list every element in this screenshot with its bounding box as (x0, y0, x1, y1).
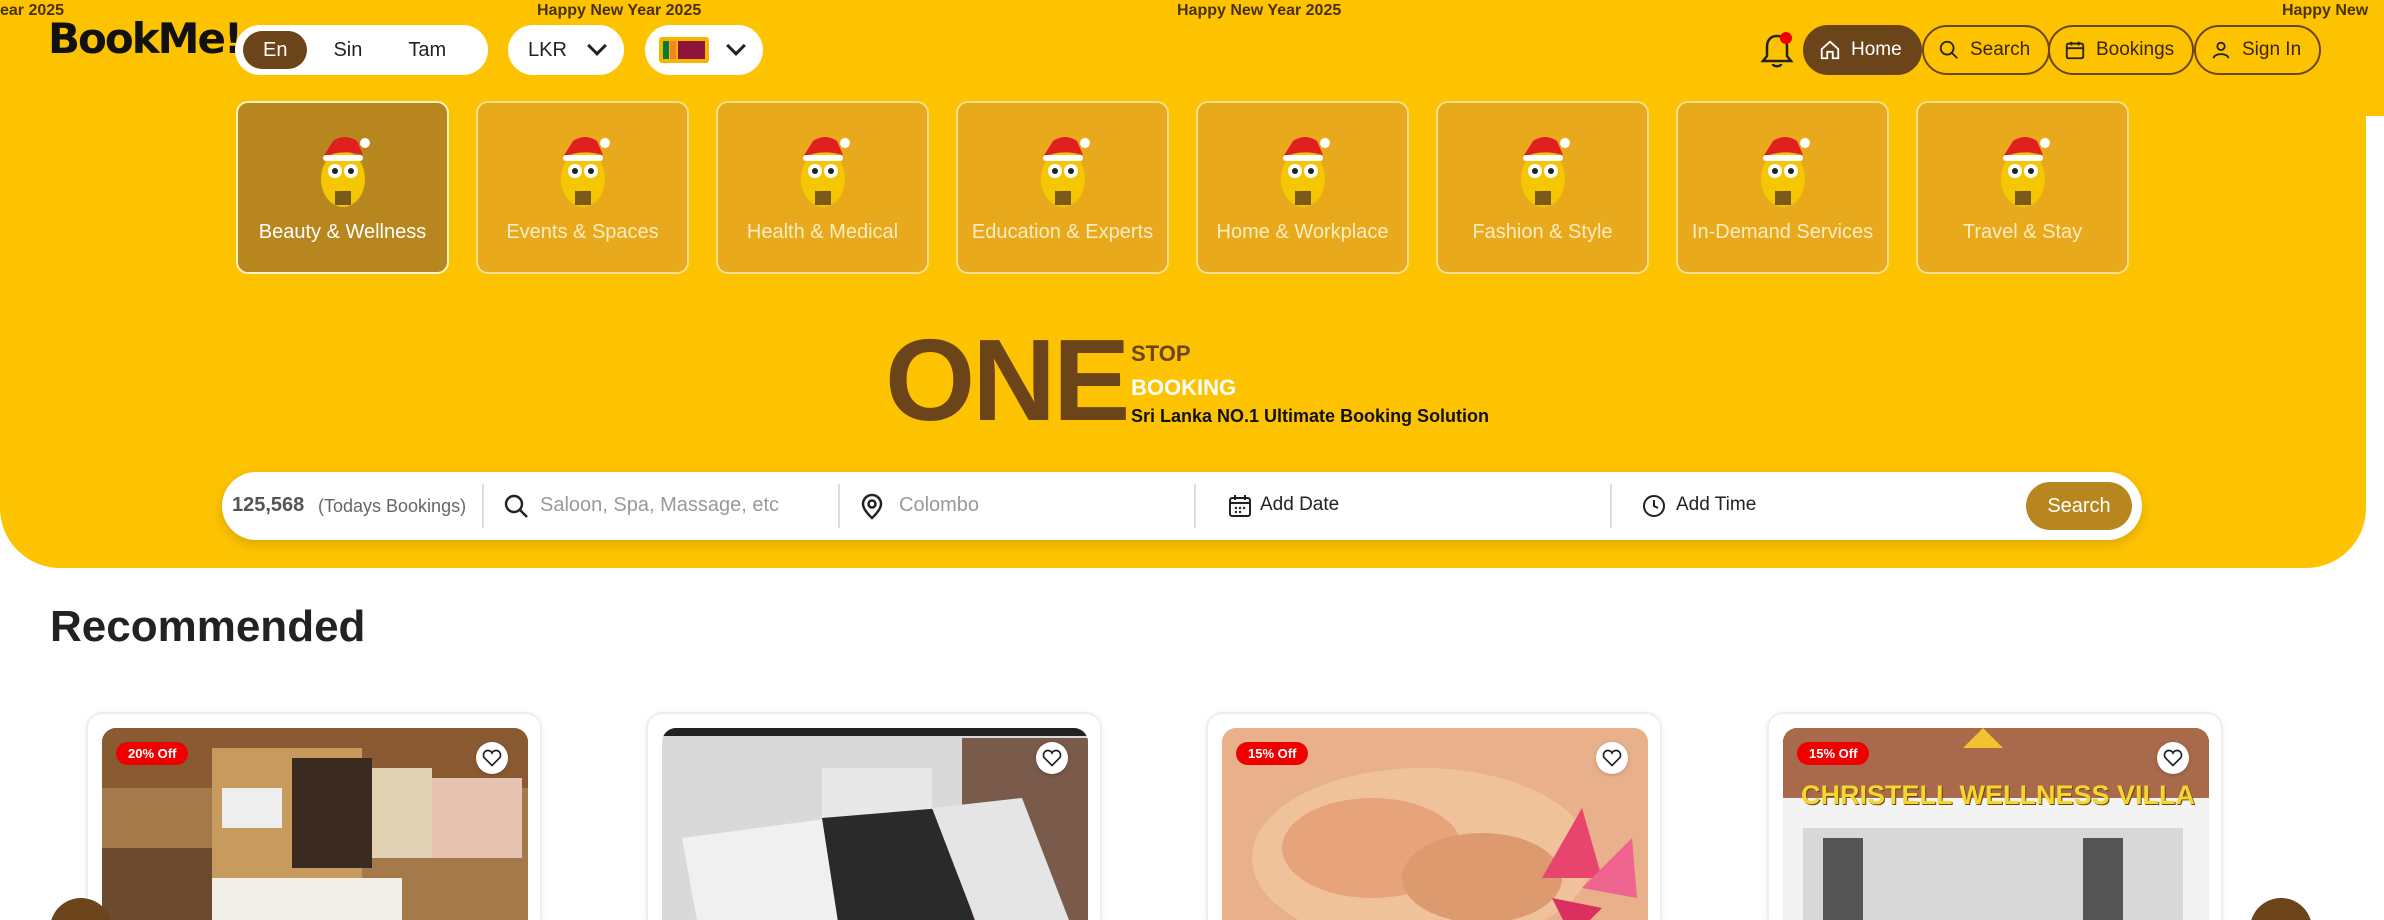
divider (1194, 484, 1196, 528)
calendar-icon (2065, 41, 2085, 60)
category-tile-8[interactable]: Travel & Stay (1916, 101, 2129, 274)
search-icon (1939, 40, 1958, 59)
currency-select[interactable]: LKR (508, 25, 624, 75)
service-search-input[interactable]: Saloon, Spa, Massage, etc (540, 494, 779, 517)
calendar-icon (1229, 495, 1251, 517)
villa-sign-text: CHRISTELL WELLNESS VILLA (1801, 780, 2196, 810)
marquee-text: Happy New (2282, 2, 2369, 19)
language-switcher: En Sin Tam (235, 25, 488, 75)
search-nav-label: Search (1970, 39, 2031, 60)
favorite-heart-icon[interactable] (476, 742, 508, 774)
booking-search-bar: 125,568 (Todays Bookings) Saloon, Spa, M… (222, 472, 2142, 540)
user-icon (2212, 41, 2230, 59)
discount-badge: 15% Off (1236, 742, 1309, 765)
category-label: Home & Workplace (1216, 221, 1389, 243)
country-select[interactable] (645, 25, 763, 75)
search-nav-button[interactable]: Search (1922, 25, 2051, 75)
salon-photo: 20% Off (102, 728, 528, 920)
bookme-logo[interactable]: BookMe! (48, 18, 243, 60)
category-tile-3[interactable]: Health & Medical (716, 101, 929, 274)
category-label: Events & Spaces (506, 221, 659, 243)
category-label: Beauty & Wellness (258, 221, 427, 243)
category-tile-2[interactable]: Events & Spaces (476, 101, 689, 274)
page: ear 2025 Happy New Year 2025 Happy New Y… (0, 0, 2384, 920)
mascot-icon (320, 137, 370, 207)
category-label: Health & Medical (746, 221, 899, 243)
mascot-icon (2000, 137, 2050, 207)
bookings-nav-label: Bookings (2096, 39, 2175, 60)
category-tile-4[interactable]: Education & Experts (956, 101, 1169, 274)
mascot-icon (1280, 137, 1330, 207)
marquee-text: Happy New Year 2025 (1177, 2, 1342, 19)
notification-bell-icon[interactable] (1760, 30, 1794, 70)
chevron-down-icon (726, 36, 746, 56)
home-icon (1820, 40, 1840, 60)
spa-room-photo (662, 728, 1088, 920)
category-tile-1[interactable]: Beauty & Wellness (236, 101, 449, 274)
mascot-icon (560, 137, 610, 207)
sign-in-label: Sign In (2242, 39, 2302, 60)
category-label: Travel & Stay (1962, 221, 2083, 243)
search-button[interactable]: Search (2026, 482, 2132, 530)
marquee-text: Happy New Year 2025 (537, 2, 702, 19)
favorite-heart-icon[interactable] (1036, 742, 1068, 774)
recommended-card[interactable]: 15% Off (1206, 712, 1662, 920)
headline-stop: STOP (1131, 341, 1191, 366)
category-label: Education & Experts (971, 221, 1154, 243)
favorite-heart-icon[interactable] (1596, 742, 1628, 774)
recommended-card[interactable] (646, 712, 1102, 920)
category-tile-5[interactable]: Home & Workplace (1196, 101, 1409, 274)
divider (838, 484, 840, 528)
add-time-field[interactable]: Add Time (1676, 494, 1756, 516)
search-icon (504, 494, 528, 518)
bookings-nav-button[interactable]: Bookings (2048, 25, 2195, 75)
category-tile-7[interactable]: In-Demand Services (1676, 101, 1889, 274)
carousel-next-button[interactable] (2250, 898, 2312, 920)
home-nav-label: Home (1851, 39, 1902, 60)
divider (482, 484, 484, 528)
headline-tagline: Sri Lanka NO.1 Ultimate Booking Solution (1131, 406, 1490, 426)
todays-bookings-label: (Todays Bookings) (318, 496, 467, 516)
category-tile-6[interactable]: Fashion & Style (1436, 101, 1649, 274)
favorite-heart-icon[interactable] (2157, 742, 2189, 774)
add-date-field[interactable]: Add Date (1260, 494, 1339, 516)
lang-en-button[interactable]: En (243, 31, 308, 69)
sign-in-button[interactable]: Sign In (2194, 25, 2322, 75)
home-nav-button[interactable]: Home (1803, 25, 1922, 75)
mascot-icon (1520, 137, 1570, 207)
sri-lanka-flag-icon (659, 37, 709, 63)
category-label: In-Demand Services (1691, 221, 1874, 243)
chevron-down-icon (587, 36, 607, 56)
mascot-icon (1040, 137, 1090, 207)
wellness-villa-photo: CHRISTELL WELLNESS VILLA 15% Off (1783, 728, 2209, 920)
lang-tam-button[interactable]: Tam (388, 31, 466, 69)
headline-booking: BOOKING (1131, 375, 1237, 400)
clock-icon (1643, 495, 1665, 517)
mascot-icon (800, 137, 850, 207)
location-pin-icon (861, 493, 883, 520)
location-input[interactable]: Colombo (899, 494, 979, 517)
todays-bookings-count: 125,568 (232, 494, 305, 516)
headline-one: ONE (885, 315, 1130, 445)
recommended-card[interactable]: 20% Off (86, 712, 542, 920)
discount-badge: 15% Off (1797, 742, 1870, 765)
currency-label: LKR (528, 38, 567, 61)
recommended-card[interactable]: CHRISTELL WELLNESS VILLA 15% Off (1767, 712, 2223, 920)
divider (1610, 484, 1612, 528)
lang-sin-button[interactable]: Sin (313, 31, 382, 69)
discount-badge: 20% Off (116, 742, 189, 765)
recommended-heading: Recommended (50, 602, 366, 651)
category-label: Fashion & Style (1472, 221, 1613, 243)
mascot-icon (1760, 137, 1810, 207)
massage-photo: 15% Off (1222, 728, 1648, 920)
